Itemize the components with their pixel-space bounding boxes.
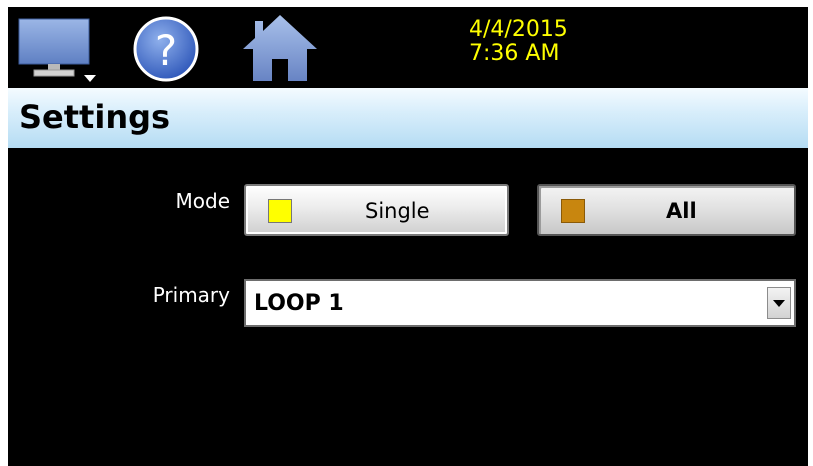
all-indicator-swatch bbox=[561, 199, 585, 223]
primary-loop-dropdown[interactable]: LOOP 1 bbox=[244, 279, 796, 327]
top-bar: ? 4/4/2015 7:36 AM bbox=[8, 7, 808, 88]
mode-single-button[interactable]: Single bbox=[244, 184, 509, 236]
date-text: 4/4/2015 bbox=[469, 17, 568, 42]
chevron-down-icon bbox=[773, 300, 785, 307]
mode-all-label: All bbox=[666, 199, 697, 223]
monitor-icon[interactable] bbox=[18, 13, 98, 83]
primary-label: Primary bbox=[152, 283, 230, 307]
primary-loop-value: LOOP 1 bbox=[254, 291, 344, 316]
single-indicator-swatch bbox=[268, 199, 292, 223]
mode-all-button[interactable]: All bbox=[537, 184, 796, 236]
title-bar: Settings bbox=[8, 88, 808, 148]
datetime-display: 4/4/2015 7:36 AM bbox=[469, 18, 568, 66]
svg-text:?: ? bbox=[155, 26, 177, 75]
mode-label: Mode bbox=[175, 189, 231, 213]
screen: ? 4/4/2015 7:36 AM Settings Mode Single … bbox=[8, 7, 808, 466]
home-icon[interactable] bbox=[241, 13, 319, 83]
page-title: Settings bbox=[19, 98, 171, 136]
dropdown-arrow-button[interactable] bbox=[767, 287, 791, 319]
help-icon[interactable]: ? bbox=[132, 13, 200, 83]
mode-single-label: Single bbox=[365, 199, 430, 223]
time-text: 7:36 AM bbox=[469, 41, 560, 66]
